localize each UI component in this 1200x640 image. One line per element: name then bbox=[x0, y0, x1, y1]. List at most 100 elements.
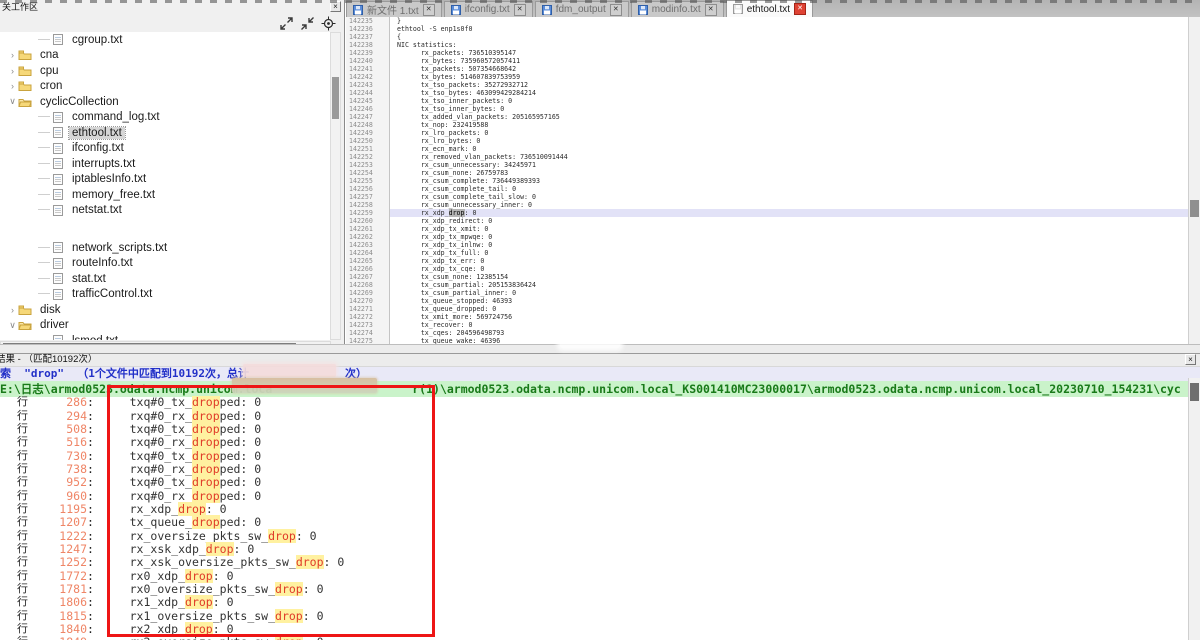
result-line-number: 1252 bbox=[30, 556, 87, 569]
code-text: rx_packets: 736510395147 bbox=[390, 49, 1188, 57]
line-number: 142261 bbox=[346, 225, 390, 233]
code-line: 142246 tx_tso_inner_bytes: 0 bbox=[346, 105, 1188, 113]
locate-file-button[interactable] bbox=[321, 16, 336, 31]
tree-file-interrupts-txt[interactable]: interrupts.txt bbox=[0, 156, 331, 172]
tree-item-label: ifconfig.txt bbox=[69, 142, 127, 154]
tree-item-label: lsmod.txt bbox=[69, 335, 121, 340]
locate-file-icon bbox=[321, 16, 336, 31]
result-row-label: 行 bbox=[17, 516, 30, 529]
chevron-down-icon[interactable]: ∨ bbox=[7, 320, 18, 331]
chevron-right-icon[interactable]: › bbox=[7, 81, 18, 91]
tree-file-routeinfo-txt[interactable]: routeInfo.txt bbox=[0, 256, 331, 272]
code-text: rx_ecn_mark: 0 bbox=[390, 145, 1188, 153]
code-line: 142270 tx_queue_stopped: 46393 bbox=[346, 297, 1188, 305]
tab--1-txt[interactable]: 新文件 1.txt✕ bbox=[346, 1, 442, 17]
tree-file-lsmod-txt[interactable]: lsmod.txt bbox=[0, 333, 331, 340]
folder-open-icon bbox=[18, 319, 32, 331]
result-row-label: 行 bbox=[17, 570, 30, 583]
results-vertical-scrollbar[interactable] bbox=[1188, 378, 1200, 640]
code-line: 142242 tx_bytes: 514607839753959 bbox=[346, 73, 1188, 81]
tree-file-ethtool-txt[interactable]: ethtool.txt bbox=[0, 125, 331, 141]
tab-close-icon[interactable]: ✕ bbox=[610, 4, 622, 16]
code-text: rx_lro_bytes: 0 bbox=[390, 137, 1188, 145]
tree-item-label: cpu bbox=[37, 65, 62, 77]
tree-folder-cpu[interactable]: › cpu bbox=[0, 63, 331, 79]
save-icon bbox=[542, 5, 552, 15]
tree-file-ifconfig-txt[interactable]: ifconfig.txt bbox=[0, 141, 331, 157]
tree-file-trafficcontrol-txt[interactable]: trafficControl.txt bbox=[0, 287, 331, 303]
line-number: 142269 bbox=[346, 289, 390, 297]
folder-closed-icon bbox=[18, 49, 32, 61]
results-close-button[interactable]: × bbox=[1185, 354, 1196, 365]
tab-fdm-output[interactable]: fdm_output✕ bbox=[535, 1, 629, 17]
code-text: tx_queue_stopped: 46393 bbox=[390, 297, 1188, 305]
scrollbar-thumb[interactable] bbox=[1190, 200, 1199, 217]
code-line: 142249 rx_lro_packets: 0 bbox=[346, 129, 1188, 137]
tree-file-netstat-txt[interactable]: netstat.txt bbox=[0, 203, 331, 219]
tree-file-iptablesinfo-txt[interactable]: iptablesInfo.txt bbox=[0, 172, 331, 188]
collapse-all-button[interactable] bbox=[300, 16, 315, 31]
result-line-number: 286 bbox=[30, 396, 87, 409]
tree-item-label: cgroup.txt bbox=[69, 34, 126, 46]
chevron-right-icon[interactable]: › bbox=[7, 66, 18, 76]
tree-file-stat-txt[interactable]: stat.txt bbox=[0, 271, 331, 287]
code-text: rx_xdp_tx_err: 0 bbox=[390, 257, 1188, 265]
code-text: rx_csum_complete_tail_slow: 0 bbox=[390, 193, 1188, 201]
line-number: 142273 bbox=[346, 321, 390, 329]
save-icon bbox=[451, 5, 461, 15]
result-row-label: 行 bbox=[17, 636, 30, 640]
expand-all-button[interactable] bbox=[279, 16, 294, 31]
tree-folder-cron[interactable]: › cron bbox=[0, 79, 331, 95]
tree-item-label: trafficControl.txt bbox=[69, 288, 155, 300]
result-row-label: 行 bbox=[17, 463, 30, 476]
code-text: tx_csum_partial_inner: 0 bbox=[390, 289, 1188, 297]
editor-vertical-scrollbar[interactable] bbox=[1188, 17, 1200, 344]
chevron-right-icon[interactable]: › bbox=[7, 50, 18, 60]
line-number: 142266 bbox=[346, 265, 390, 273]
code-text: ethtool -S enp1s0f0 bbox=[390, 25, 1188, 33]
code-line: 142250 rx_lro_bytes: 0 bbox=[346, 137, 1188, 145]
tree-item-label: cron bbox=[37, 80, 65, 92]
result-line-number: 1195 bbox=[30, 503, 87, 516]
workspace-panel: 关工作区 × cgroup.txt›cna›cpu›cron∨cyclicCol… bbox=[0, 0, 345, 352]
tree-file-cgroup-txt[interactable]: cgroup.txt bbox=[0, 32, 331, 48]
tab-close-icon[interactable]: ✕ bbox=[794, 3, 806, 15]
chevron-right-icon[interactable]: › bbox=[7, 305, 18, 315]
tab-label: ifconfig.txt bbox=[465, 4, 510, 15]
tab-modinfo-txt[interactable]: modinfo.txt✕ bbox=[631, 1, 724, 17]
code-text: rx_xdp_tx_inlnw: 0 bbox=[390, 241, 1188, 249]
tree-file-command-log-txt[interactable]: command_log.txt bbox=[0, 110, 331, 126]
tab-ifconfig-txt[interactable]: ifconfig.txt ✕ bbox=[444, 1, 533, 17]
result-line-number: 1772 bbox=[30, 570, 87, 583]
tab-close-icon[interactable]: ✕ bbox=[514, 4, 526, 16]
tree-folder-disk[interactable]: ›disk bbox=[0, 302, 331, 318]
code-text: rx_csum_complete_tail: 0 bbox=[390, 185, 1188, 193]
result-line-number: 1806 bbox=[30, 596, 87, 609]
scrollbar-thumb[interactable] bbox=[1190, 383, 1199, 401]
line-number: 142247 bbox=[346, 113, 390, 121]
tree-connector bbox=[38, 39, 50, 41]
code-line: 142241 tx_packets: 507354668642 bbox=[346, 65, 1188, 73]
code-text: } bbox=[390, 17, 1188, 25]
tree-folder-cna[interactable]: ›cna bbox=[0, 48, 331, 64]
tab-close-icon[interactable]: ✕ bbox=[423, 4, 435, 16]
code-line: 142264 rx_xdp_tx_full: 0 bbox=[346, 249, 1188, 257]
tree-file-network-scripts-txt[interactable]: network_scripts.txt bbox=[0, 240, 331, 256]
result-line-number: 730 bbox=[30, 450, 87, 463]
scrollbar-thumb[interactable] bbox=[332, 77, 339, 119]
tree-file-memory-free-txt[interactable]: memory_free.txt bbox=[0, 187, 331, 203]
tree-folder-cycliccollection[interactable]: ∨cyclicCollection bbox=[0, 94, 331, 110]
code-text: rx_removed_vlan_packets: 736510091444 bbox=[390, 153, 1188, 161]
tree-vertical-scrollbar[interactable] bbox=[330, 32, 341, 340]
tab-close-icon[interactable]: ✕ bbox=[705, 4, 717, 16]
chevron-down-icon[interactable]: ∨ bbox=[7, 96, 18, 107]
code-text: tx_bytes: 514607839753959 bbox=[390, 73, 1188, 81]
code-line: 142248 tx_nop: 232419588 bbox=[346, 121, 1188, 129]
result-line-number: 1781 bbox=[30, 583, 87, 596]
code-line: 142275 tx_queue_wake: 46396 bbox=[346, 337, 1188, 344]
tree-folder-driver[interactable]: ∨driver bbox=[0, 318, 331, 334]
editor-area[interactable]: 142235}142236ethtool -S enp1s0f0142237{1… bbox=[346, 17, 1188, 344]
code-text: tx_csum_none: 12385154 bbox=[390, 273, 1188, 281]
tree-connector bbox=[38, 262, 50, 264]
tree-item-label: command_log.txt bbox=[69, 111, 163, 123]
